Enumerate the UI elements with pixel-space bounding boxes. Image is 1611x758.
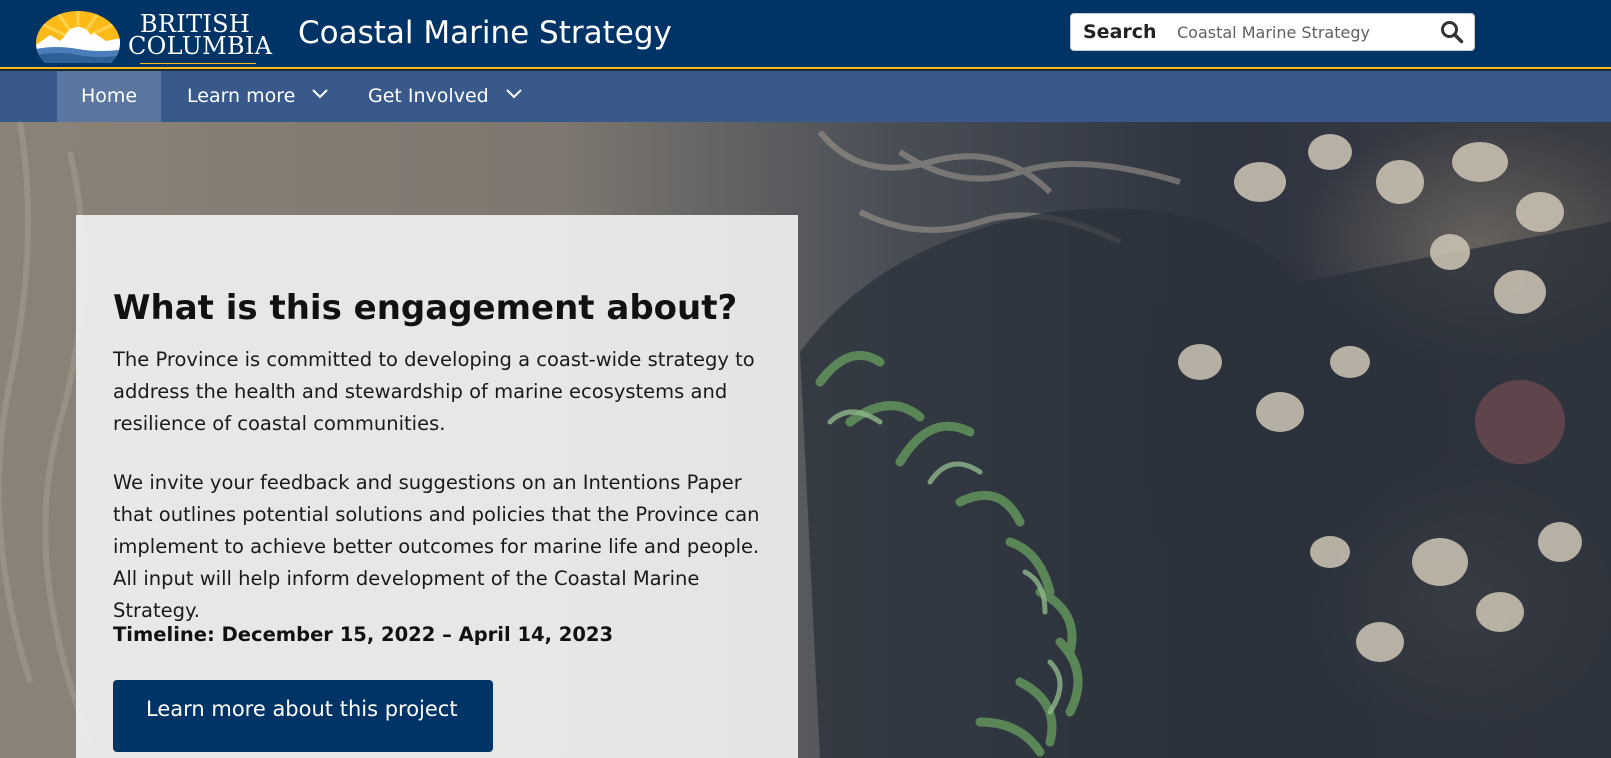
bc-wordmark: BRITISH COLUMBIA [128, 12, 273, 64]
logo-line-2: COLUMBIA [128, 32, 273, 60]
bc-logo[interactable]: BRITISH COLUMBIA [36, 5, 272, 64]
main-nav: Home Learn more Get Involved [0, 71, 1611, 122]
search-label: Search [1083, 21, 1157, 43]
nav-item-get-involved-label: Get Involved [368, 85, 489, 107]
search-box: Search [1070, 13, 1475, 51]
nav-item-get-involved[interactable]: Get Involved [344, 71, 547, 122]
search-input[interactable] [1177, 19, 1427, 45]
engagement-paragraph-2: We invite your feedback and suggestions … [113, 471, 760, 622]
nav-item-learn-more-label: Learn more [187, 85, 296, 107]
chevron-down-icon [312, 88, 329, 98]
engagement-info-panel: What is this engagement about? The Provi… [76, 215, 798, 758]
bc-sun-logo-icon [36, 11, 120, 63]
nav-item-home-label: Home [81, 85, 138, 107]
site-title[interactable]: Coastal Marine Strategy [298, 14, 672, 52]
logo-underline [140, 63, 256, 64]
nav-item-home[interactable]: Home [57, 71, 162, 122]
learn-more-project-button[interactable]: Learn more about this project [113, 680, 493, 752]
nav-item-learn-more[interactable]: Learn more [163, 71, 353, 122]
engagement-heading: What is this engagement about? [113, 288, 738, 328]
hero-section: What is this engagement about? The Provi… [0, 122, 1611, 758]
engagement-paragraph-1: The Province is committed to developing … [113, 348, 755, 435]
site-header: BRITISH COLUMBIA Coastal Marine Strategy… [0, 0, 1611, 69]
engagement-timeline: Timeline: December 15, 2022 – April 14, … [113, 623, 614, 646]
magnifier-icon[interactable] [1440, 20, 1464, 44]
chevron-down-icon [506, 88, 522, 98]
